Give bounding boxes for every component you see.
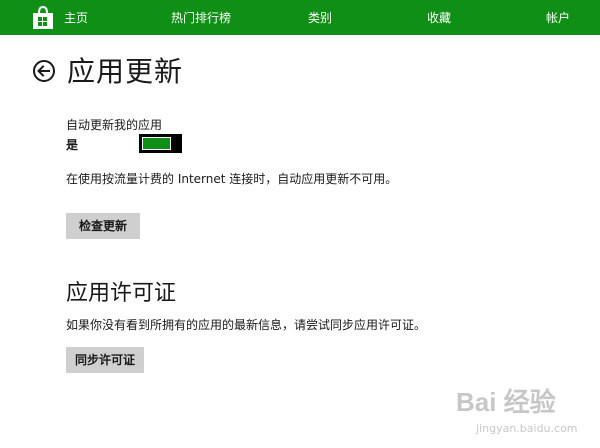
page-title: 应用更新	[67, 55, 184, 88]
top-nav-bar: 主页 热门排行榜 类别 收藏 帐户	[0, 0, 600, 35]
baidu-jingyan-watermark: Bai 经验 jingyan.baidu.com	[456, 382, 600, 448]
store-bag-icon[interactable]	[32, 5, 54, 30]
nav-home[interactable]: 主页	[64, 0, 88, 35]
back-arrow-icon[interactable]	[32, 59, 56, 83]
watermark-url: jingyan.baidu.com	[476, 422, 578, 435]
nav-favorites[interactable]: 收藏	[427, 0, 451, 35]
toggle-on-fill	[142, 137, 171, 150]
metered-connection-note: 在使用按流量计费的 Internet 连接时，自动应用更新不可用。	[66, 172, 398, 186]
check-updates-button[interactable]: 检查更新	[66, 213, 140, 239]
auto-update-label: 自动更新我的应用	[66, 118, 163, 132]
sync-licenses-button[interactable]: 同步许可证	[66, 347, 144, 373]
auto-update-toggle[interactable]	[139, 134, 182, 153]
license-section-title: 应用许可证	[66, 281, 177, 306]
nav-categories[interactable]: 类别	[308, 0, 332, 35]
nav-account[interactable]: 帐户	[546, 0, 570, 35]
nav-top-charts[interactable]: 热门排行榜	[171, 0, 231, 35]
toggle-state-text: 是	[66, 138, 79, 152]
license-description: 如果你没有看到所拥有的应用的最新信息，请尝试同步应用许可证。	[66, 318, 427, 332]
watermark-brand: Bai 经验	[456, 387, 556, 417]
